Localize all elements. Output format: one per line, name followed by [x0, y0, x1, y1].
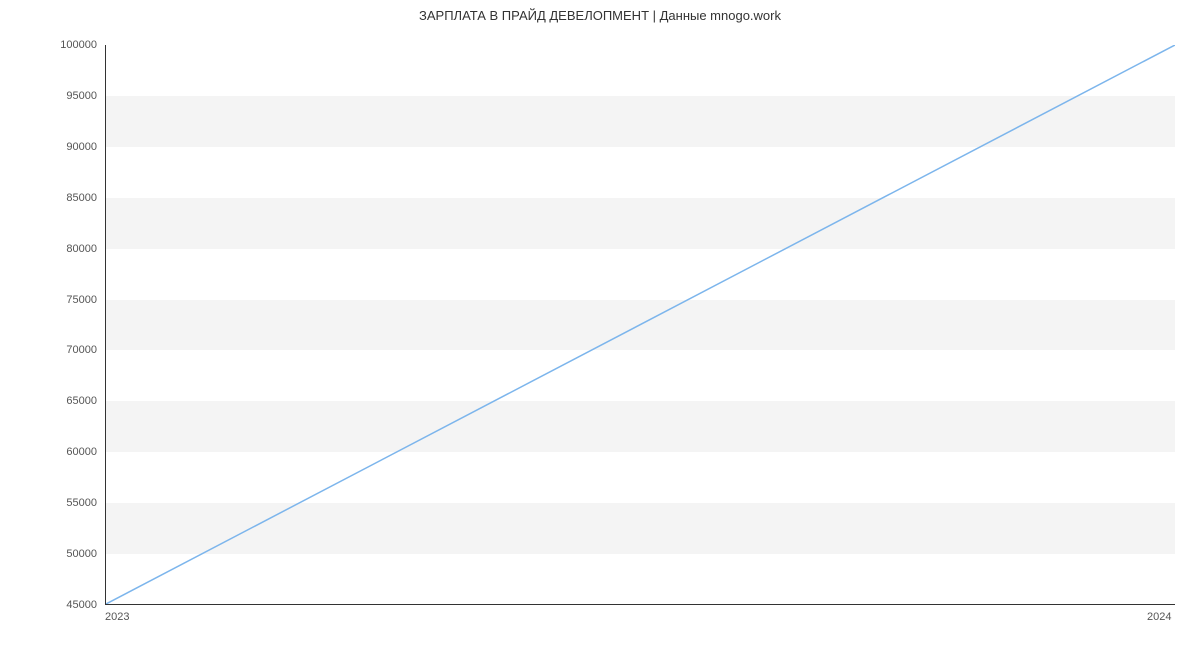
y-tick-label: 85000 [55, 192, 97, 204]
y-tick-label: 100000 [55, 39, 97, 51]
y-tick-label: 65000 [55, 395, 97, 407]
x-tick-label: 2023 [105, 611, 129, 623]
salary-chart: ЗАРПЛАТА В ПРАЙД ДЕВЕЛОПМЕНТ | Данные mn… [0, 0, 1200, 650]
y-tick-label: 95000 [55, 90, 97, 102]
y-tick-label: 70000 [55, 344, 97, 356]
y-tick-label: 45000 [55, 599, 97, 611]
y-tick-label: 80000 [55, 243, 97, 255]
line-series [106, 45, 1175, 604]
plot-area [105, 45, 1175, 605]
x-tick-label: 2024 [1147, 611, 1171, 623]
y-tick-label: 50000 [55, 548, 97, 560]
y-tick-label: 55000 [55, 497, 97, 509]
y-tick-label: 90000 [55, 141, 97, 153]
chart-title: ЗАРПЛАТА В ПРАЙД ДЕВЕЛОПМЕНТ | Данные mn… [0, 8, 1200, 23]
y-tick-label: 75000 [55, 294, 97, 306]
y-tick-label: 60000 [55, 446, 97, 458]
